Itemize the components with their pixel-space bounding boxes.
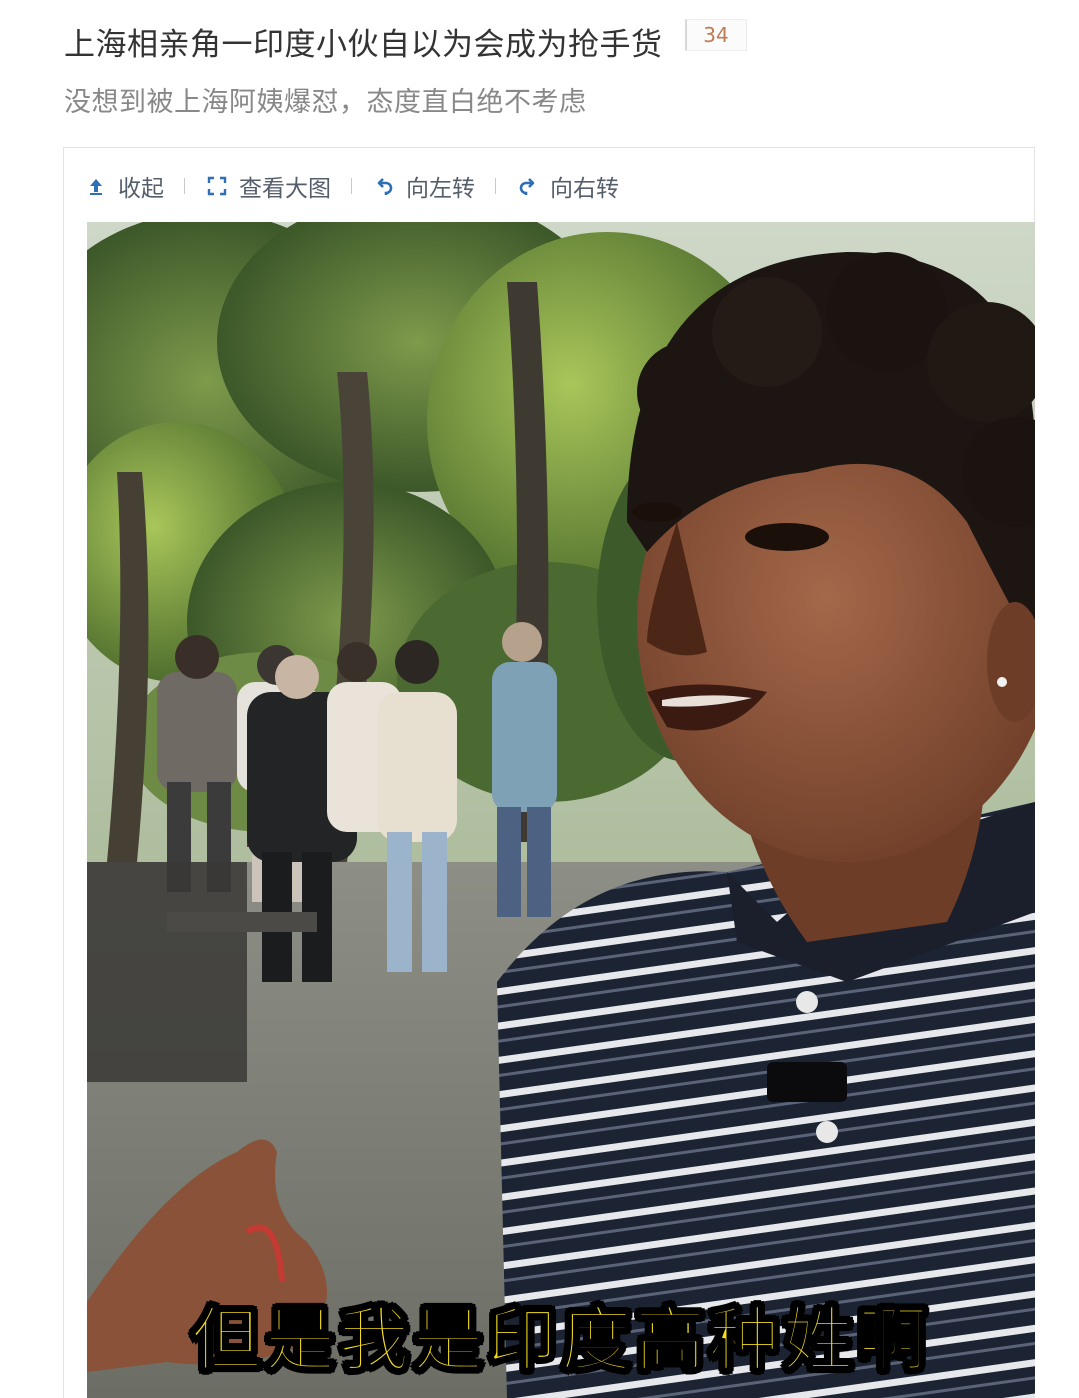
view-large-label: 查看大图: [239, 176, 331, 202]
article-subtitle: 没想到被上海阿姨爆怼，态度直白绝不考虑: [64, 87, 587, 118]
rotate-left-button[interactable]: 向左转: [372, 166, 475, 206]
arrow-up-icon: [84, 174, 108, 198]
toolbar-divider: [184, 178, 185, 194]
expand-icon: [205, 174, 229, 198]
rotate-left-icon: [372, 174, 396, 198]
rotate-left-label: 向左转: [406, 176, 475, 202]
title-row: 上海相亲角一印度小伙自以为会成为抢手货 34: [64, 14, 747, 68]
photo-scene: [87, 222, 1035, 1398]
rotate-right-button[interactable]: 向右转: [516, 166, 619, 206]
image-toolbar: 收起 查看大图 向左转 向右转: [84, 166, 619, 206]
rotate-right-label: 向右转: [550, 176, 619, 202]
video-subtitle-caption: 但是我是印度高种姓啊: [190, 1298, 931, 1382]
comment-count-badge[interactable]: 34: [684, 19, 747, 51]
article-photo[interactable]: 但是我是印度高种姓啊: [87, 222, 1035, 1398]
collapse-label: 收起: [118, 176, 164, 202]
rotate-right-icon: [516, 174, 540, 198]
page: 上海相亲角一印度小伙自以为会成为抢手货 34 没想到被上海阿姨爆怼，态度直白绝不…: [0, 0, 1079, 1398]
article-title[interactable]: 上海相亲角一印度小伙自以为会成为抢手货: [64, 19, 663, 64]
view-large-button[interactable]: 查看大图: [205, 166, 331, 206]
image-viewer-card: 收起 查看大图 向左转 向右转 但是我是印度高种姓啊: [63, 147, 1035, 1398]
toolbar-divider: [495, 178, 496, 194]
toolbar-divider: [351, 178, 352, 194]
collapse-button[interactable]: 收起: [84, 166, 164, 206]
